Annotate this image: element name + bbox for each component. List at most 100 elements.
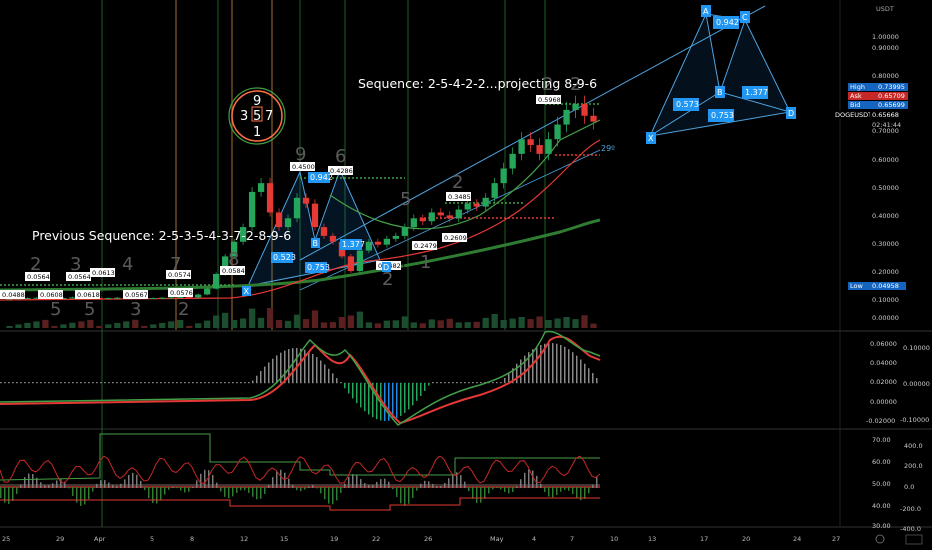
volume-bar: [248, 308, 256, 328]
histogram-bar: [296, 487, 298, 491]
histogram-bar: [412, 383, 414, 406]
histogram-bar: [320, 487, 322, 494]
volume-bar: [365, 322, 373, 328]
histogram-bar: [100, 480, 102, 488]
volume-bar: [123, 321, 130, 328]
histogram-bar: [556, 343, 558, 383]
histogram-bar: [68, 487, 70, 489]
svg-text:0.05840: 0.05840: [222, 267, 249, 275]
svg-text:0.65699: 0.65699: [878, 101, 905, 109]
histogram-bar: [380, 479, 382, 488]
candle: [518, 139, 525, 154]
candle: [177, 297, 184, 299]
histogram-bar: [408, 487, 410, 504]
svg-text:0.04958: 0.04958: [872, 282, 899, 290]
volume-bar: [42, 319, 49, 328]
candle: [257, 183, 265, 192]
candle: [545, 139, 552, 154]
svg-text:0.30000: 0.30000: [872, 240, 899, 248]
svg-text:10: 10: [610, 535, 618, 543]
svg-text:0.24790: 0.24790: [414, 242, 441, 250]
wave-label: 9: [295, 144, 306, 165]
histogram-bar: [196, 480, 198, 488]
histogram-bar: [108, 382, 110, 383]
histogram-bar: [104, 480, 106, 488]
candle: [383, 238, 391, 245]
histogram-bar: [40, 382, 42, 383]
volume-bar: [554, 318, 561, 328]
histogram-bar: [536, 346, 538, 383]
volume-bar: [195, 323, 202, 328]
svg-text:0.942: 0.942: [310, 173, 333, 182]
histogram-bar: [276, 355, 278, 383]
histogram-bar: [208, 382, 210, 383]
histogram-bar: [144, 487, 146, 491]
volume-bar: [446, 318, 453, 328]
svg-text:-0.10000: -0.10000: [900, 416, 929, 424]
svg-text:-200.0: -200.0: [900, 505, 921, 513]
svg-text:3: 3: [240, 109, 248, 124]
histogram-bar: [456, 382, 458, 383]
histogram-bar: [248, 487, 250, 493]
histogram-bar: [32, 382, 34, 383]
sequence-annotation[interactable]: Sequence: 2-5-4-2-2...projecting 8-9-6: [358, 76, 597, 91]
histogram-bar: [60, 382, 62, 383]
volume-bar: [204, 320, 211, 328]
svg-text:0.05674: 0.05674: [125, 291, 152, 299]
histogram-bar: [96, 382, 98, 383]
histogram-bar: [48, 382, 50, 383]
svg-text:0.00000: 0.00000: [872, 314, 899, 322]
trading-chart[interactable]: 2 5 3 5 4 3 7 2 8 9 6 5 2 2 2 1 2 0.0488…: [0, 0, 932, 550]
histogram-bar: [188, 382, 190, 383]
svg-text:0.59681: 0.59681: [538, 96, 565, 104]
histogram-bar: [524, 472, 526, 488]
histogram-bar: [304, 487, 306, 490]
volume-bar: [509, 318, 516, 328]
volume-bar: [437, 320, 444, 328]
previous-sequence-annotation[interactable]: Previous Sequence: 2-5-3-5-4-3-7-2-8-9-6: [32, 228, 291, 243]
volume-bar: [230, 320, 238, 328]
histogram-bar: [228, 487, 230, 499]
histogram-bar: [356, 383, 358, 404]
candle: [374, 241, 382, 245]
volume-bar: [311, 310, 319, 328]
histogram-bar: [484, 487, 486, 499]
histogram-bar: [412, 487, 414, 498]
volume-bar: [536, 316, 543, 328]
histogram-bar: [396, 487, 398, 497]
histogram-bar: [220, 487, 222, 492]
histogram-bar: [232, 382, 234, 383]
histogram-bar: [20, 382, 22, 383]
histogram-bar: [12, 382, 14, 383]
svg-text:20: 20: [742, 535, 750, 543]
histogram-bar: [292, 484, 294, 488]
svg-text:0.753: 0.753: [711, 111, 734, 120]
histogram-bar: [248, 382, 250, 383]
volume-bar: [284, 320, 292, 328]
histogram-bar: [420, 383, 422, 396]
candle: [482, 197, 489, 207]
histogram-bar: [204, 382, 206, 383]
histogram-bar: [256, 487, 258, 500]
candle: [159, 297, 166, 299]
candle: [428, 212, 435, 222]
histogram-bar: [244, 382, 246, 383]
svg-text:8: 8: [190, 535, 194, 543]
histogram-bar: [128, 475, 130, 488]
histogram-bar: [336, 378, 338, 383]
histogram-bar: [464, 382, 466, 383]
histogram-bar: [496, 487, 498, 489]
histogram-bar: [364, 383, 366, 412]
svg-text:1.377: 1.377: [745, 88, 768, 97]
histogram-bar: [216, 382, 218, 383]
volume-bar: [392, 320, 399, 328]
histogram-bar: [580, 359, 582, 383]
histogram-bar: [512, 487, 514, 492]
svg-text:0.06184: 0.06184: [77, 291, 104, 299]
svg-text:0.05744: 0.05744: [168, 271, 195, 279]
candle: [293, 197, 301, 219]
histogram-bar: [176, 487, 178, 489]
svg-text:40.00: 40.00: [872, 502, 891, 510]
histogram-bar: [232, 487, 234, 497]
histogram-bar: [588, 487, 590, 494]
